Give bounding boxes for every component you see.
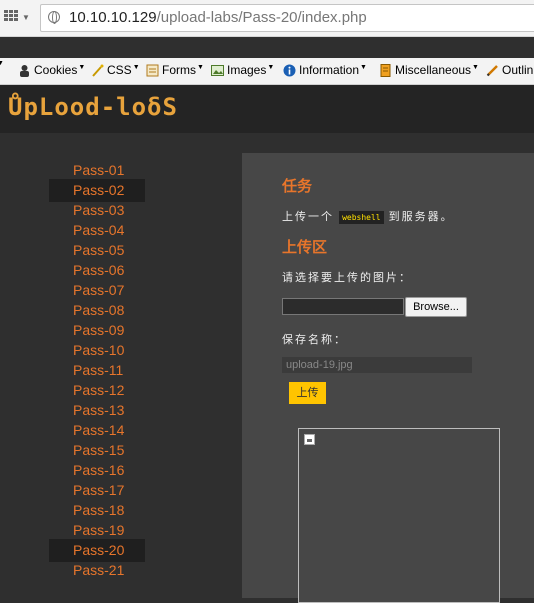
site-logo[interactable]: ŮpLood-loδS xyxy=(8,93,178,121)
browse-button[interactable]: Browse... xyxy=(405,297,467,317)
sidebar: Pass-01 Pass-02 Pass-03 Pass-04 Pass-05 … xyxy=(0,133,242,598)
developer-toolbar: ▼ Cookies ▼ CSS ▼ Forms ▼ Images ▼ Informati… xyxy=(0,58,534,85)
task-prefix: 上传一个 xyxy=(282,211,334,223)
forms-icon xyxy=(146,64,159,76)
task-suffix: 到服务器。 xyxy=(388,211,454,223)
toolbar-label: Images xyxy=(227,63,267,77)
sidebar-item-pass-21[interactable]: Pass-21 xyxy=(49,559,145,582)
toolbar-item-css[interactable]: CSS ▼ xyxy=(91,63,140,77)
apps-grid-icon[interactable] xyxy=(4,10,18,22)
toolbar-item-images[interactable]: Images ▼ xyxy=(211,63,274,77)
url-host: 10.10.10.129 xyxy=(69,9,157,26)
toolbar-label: Cookies xyxy=(34,63,78,77)
url-path: /upload-labs/Pass-20/index.php xyxy=(156,9,367,26)
toolbar-item-cookies[interactable]: Cookies ▼ xyxy=(18,63,85,77)
toolbar-item-information[interactable]: Information ▼ xyxy=(283,63,367,77)
apps-dropdown-icon[interactable]: ▼ xyxy=(22,13,30,22)
main-content: 任务 上传一个 webshell 到服务器。 上传区 请选择要上传的图片： Br… xyxy=(242,153,534,603)
toolbar-label: Forms xyxy=(162,63,196,77)
task-heading: 任务 xyxy=(282,178,313,195)
task-description: 上传一个 webshell 到服务器。 xyxy=(282,208,454,224)
pencil-icon xyxy=(486,64,498,76)
toolbar-label: Outlin xyxy=(502,63,534,77)
toolbar-item-disable[interactable]: ▼ xyxy=(0,60,4,70)
select-image-label: 请选择要上传的图片： xyxy=(282,272,412,284)
browser-address-row: ▼ 10.10.10.129/upload-labs/Pass-20/index… xyxy=(0,0,534,37)
info-icon xyxy=(283,64,296,76)
image-preview xyxy=(298,428,500,603)
save-name-label: 保存名称： xyxy=(282,334,347,346)
toolbar-label: CSS xyxy=(107,63,132,77)
toolbar-item-outline[interactable]: Outlin xyxy=(486,63,533,77)
misc-icon xyxy=(380,63,391,77)
task-code: webshell xyxy=(339,211,384,224)
url-text: 10.10.10.129/upload-labs/Pass-20/index.p… xyxy=(69,9,367,26)
toolbar-item-forms[interactable]: Forms ▼ xyxy=(146,63,204,77)
broken-image-icon xyxy=(304,434,315,445)
chevron-down-icon: ▼ xyxy=(0,60,4,67)
globe-icon xyxy=(48,11,60,24)
address-bar[interactable]: 10.10.10.129/upload-labs/Pass-20/index.p… xyxy=(40,4,534,32)
upload-heading: 上传区 xyxy=(282,239,328,256)
magic-wand-icon xyxy=(92,64,104,77)
file-path-field[interactable] xyxy=(282,298,404,315)
toolbar-label: Information xyxy=(299,63,360,77)
image-icon xyxy=(211,64,224,76)
site-header: ŮpLood-loδS xyxy=(0,85,534,133)
toolbar-label: Miscellaneous xyxy=(395,63,472,77)
save-name-input[interactable]: upload-19.jpg xyxy=(282,357,472,373)
cookie-icon xyxy=(20,64,29,77)
toolbar-item-miscellaneous[interactable]: Miscellaneous ▼ xyxy=(379,63,479,77)
upload-button[interactable]: 上传 xyxy=(289,382,326,404)
